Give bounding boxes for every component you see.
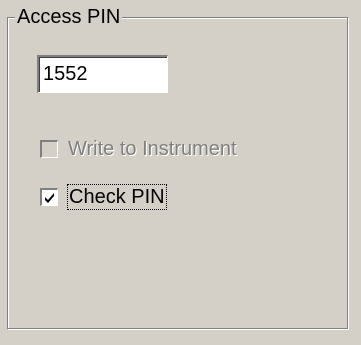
write-to-instrument-checkbox xyxy=(40,140,58,158)
write-to-instrument-checkbox-row: Write to Instrument xyxy=(40,137,237,161)
write-to-instrument-label: Write to Instrument xyxy=(68,138,237,160)
checkmark-icon xyxy=(45,193,54,203)
check-pin-checkbox[interactable] xyxy=(40,188,58,206)
pin-input[interactable] xyxy=(37,55,168,93)
groupbox-title: Access PIN xyxy=(15,5,123,29)
check-pin-label[interactable]: Check PIN xyxy=(67,184,167,210)
check-pin-checkbox-row[interactable]: Check PIN xyxy=(40,184,167,210)
